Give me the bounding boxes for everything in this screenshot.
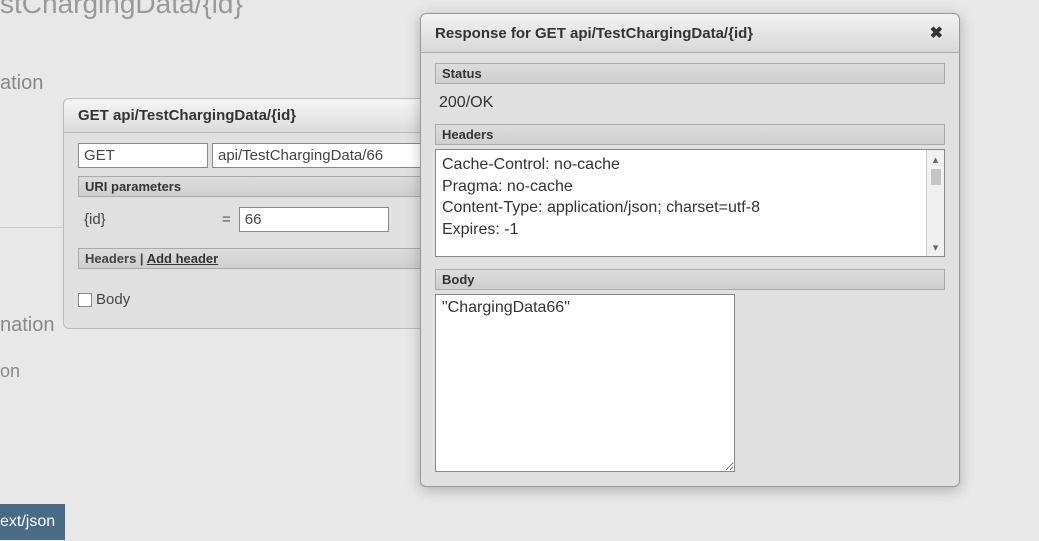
headers-label: Headers | [85,251,147,266]
dialog-title: Response for GET api/TestChargingData/{i… [435,25,753,42]
content-type-button[interactable]: ext/json [0,504,65,540]
close-icon[interactable]: ✖ [928,23,945,43]
scroll-thumb[interactable] [931,169,941,185]
response-dialog: Response for GET api/TestChargingData/{i… [420,13,960,487]
dialog-body: Status 200/OK Headers Cache-Control: no-… [421,53,959,486]
body-section-header: Body [435,269,945,290]
param-value-input[interactable] [239,207,389,232]
side-label-partial: on [0,361,20,382]
equals-label: = [222,211,231,228]
param-name-label: {id} [84,211,214,228]
scrollbar[interactable]: ▴ ▾ [926,150,944,256]
headers-section-header: Headers [435,124,945,145]
status-section-header: Status [435,63,945,84]
body-label: Body [96,291,130,308]
response-headers-box: Cache-Control: no-cache Pragma: no-cache… [435,149,945,257]
add-header-link[interactable]: Add header [147,251,219,266]
scroll-up-arrow-icon[interactable]: ▴ [927,150,944,168]
body-checkbox[interactable] [78,293,92,307]
status-value: 200/OK [435,84,945,124]
http-method-input[interactable] [78,143,208,168]
response-headers-content[interactable]: Cache-Control: no-cache Pragma: no-cache… [436,150,926,256]
response-body-textarea[interactable]: "ChargingData66" [435,294,735,472]
scroll-down-arrow-icon[interactable]: ▾ [927,238,944,256]
page-title: stChargingData/{id} [0,0,243,20]
side-label-partial: nation [0,314,55,337]
side-label-partial: ation [0,72,43,95]
dialog-header: Response for GET api/TestChargingData/{i… [421,14,959,53]
scroll-track[interactable] [927,168,944,238]
